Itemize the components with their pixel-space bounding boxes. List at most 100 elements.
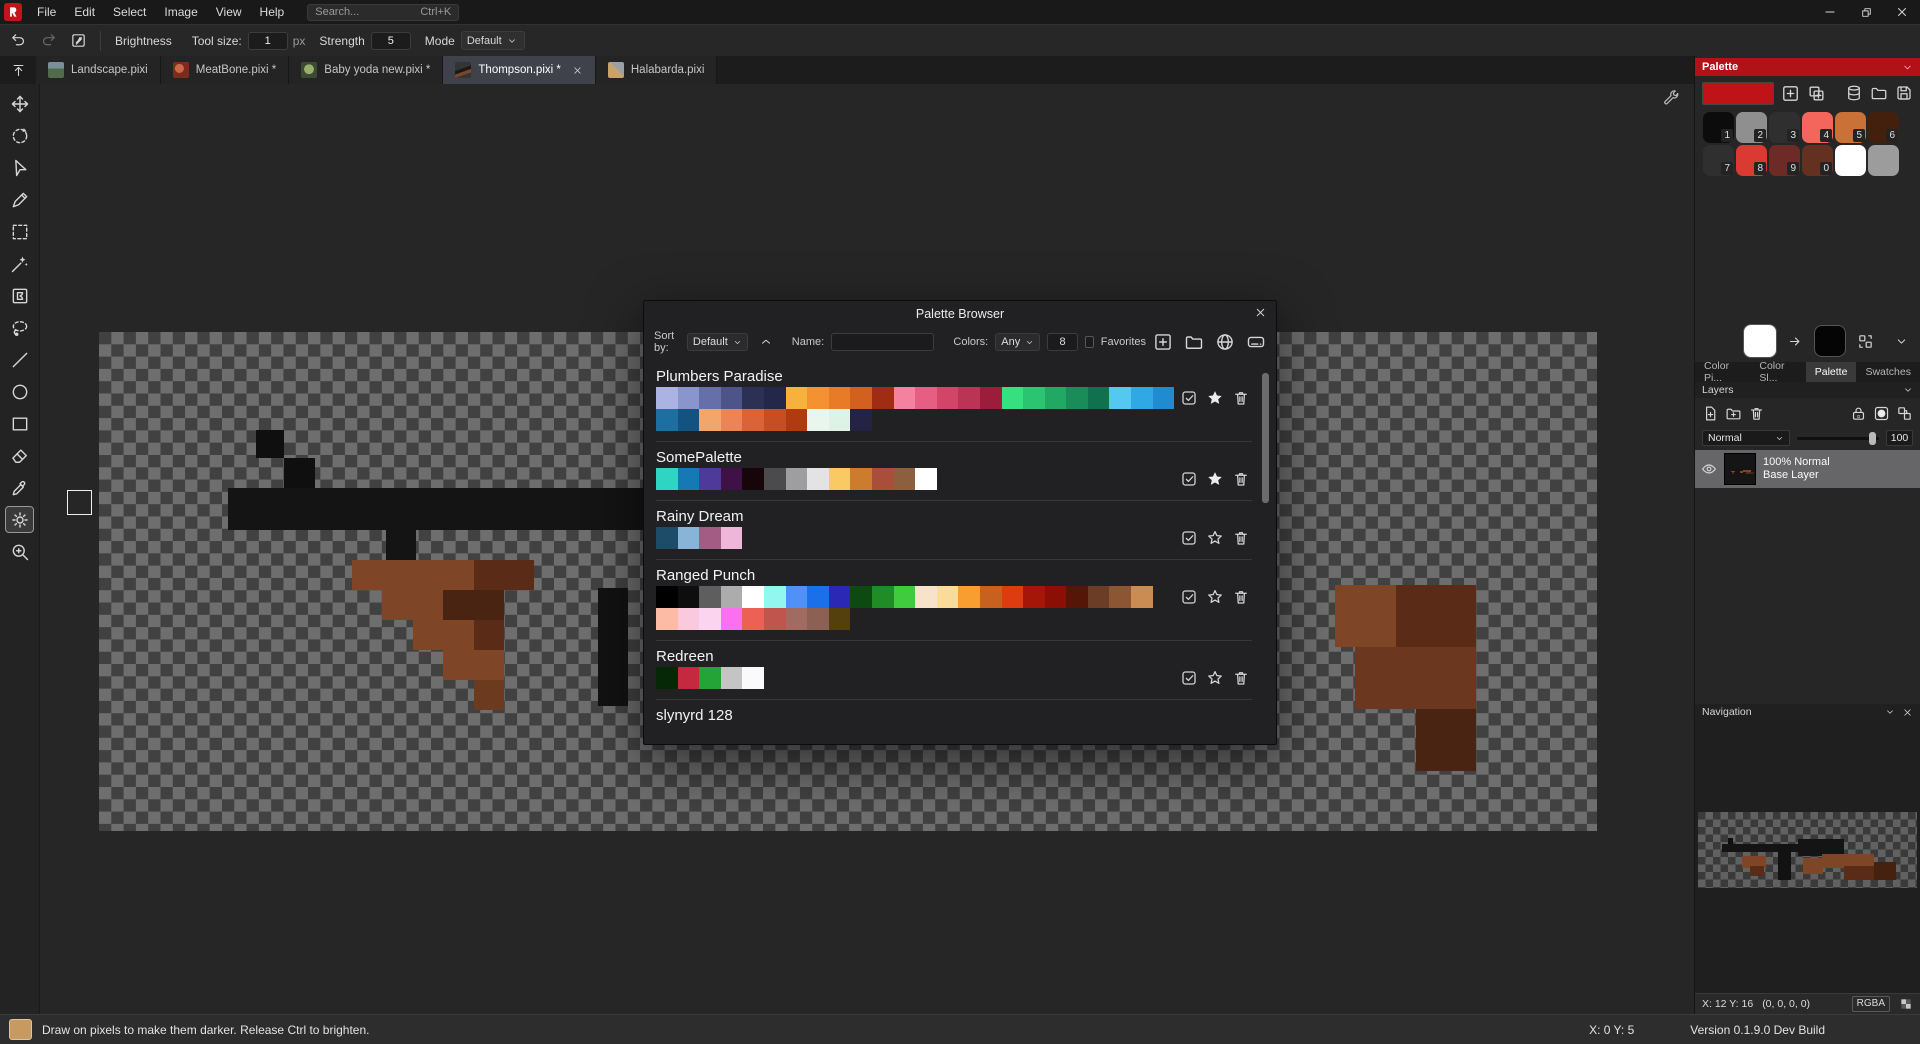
color-swatch[interactable] [829, 608, 851, 630]
color-swatch[interactable] [656, 387, 678, 409]
palette-slot-swatch[interactable]: 6 [1868, 112, 1899, 143]
color-swatch[interactable] [1066, 586, 1088, 608]
color-swatch[interactable] [915, 387, 937, 409]
color-swatch[interactable] [678, 409, 700, 431]
apply-palette-button[interactable] [1180, 529, 1198, 547]
layer-visibility-toggle[interactable] [1701, 461, 1717, 477]
color-swatch[interactable] [699, 608, 721, 630]
palette-slot-swatch[interactable]: 5 [1835, 112, 1866, 143]
tab-halabarda[interactable]: Halabarda.pixi [596, 56, 718, 84]
color-swatch[interactable] [829, 586, 851, 608]
dialog-scrollbar-thumb[interactable] [1262, 373, 1269, 503]
color-swatch[interactable] [894, 468, 916, 490]
color-swatch[interactable] [678, 608, 700, 630]
menu-item-help[interactable]: Help [251, 0, 294, 24]
color-swatch[interactable] [764, 608, 786, 630]
color-swatch[interactable] [807, 387, 829, 409]
undo-button[interactable] [6, 29, 30, 53]
palette-slot-swatch[interactable] [1835, 145, 1866, 176]
color-swatch[interactable] [937, 586, 959, 608]
color-swatch[interactable] [699, 387, 721, 409]
delete-palette-button[interactable] [1232, 389, 1250, 407]
apply-palette-button[interactable] [1180, 389, 1198, 407]
import-palette-button[interactable] [1246, 332, 1266, 352]
palette-slot-swatch[interactable]: 8 [1736, 145, 1767, 176]
palette-slot-swatch[interactable]: 2 [1736, 112, 1767, 143]
color-swatch[interactable] [1002, 586, 1024, 608]
tabbar-expand-button[interactable] [0, 56, 36, 84]
browse-palettes-online-button[interactable] [1215, 332, 1235, 352]
lock-alpha-button[interactable]: α [1850, 405, 1867, 422]
tool-rectangle[interactable] [5, 410, 34, 437]
opacity-slider[interactable] [1797, 431, 1879, 445]
color-swatch[interactable] [980, 387, 1002, 409]
color-swatch[interactable] [656, 608, 678, 630]
apply-palette-button[interactable] [1180, 470, 1198, 488]
panel-tab-palette[interactable]: Palette [1806, 362, 1857, 382]
color-swatch[interactable] [786, 387, 808, 409]
tool-brightness[interactable] [5, 506, 34, 533]
palette-slot-swatch[interactable]: 0 [1802, 145, 1833, 176]
color-swatch[interactable] [829, 409, 851, 431]
color-swatch[interactable] [699, 468, 721, 490]
rgba-mode-button[interactable]: RGBA [1852, 996, 1890, 1012]
color-swatch[interactable] [807, 586, 829, 608]
color-swatch[interactable] [721, 667, 743, 689]
edit-reference-button[interactable] [66, 29, 90, 53]
color-count-input[interactable]: 8 [1047, 333, 1078, 351]
favorite-palette-button[interactable] [1206, 529, 1224, 547]
tool-paste[interactable] [5, 282, 34, 309]
color-swatch[interactable] [1002, 387, 1024, 409]
color-swatch[interactable] [742, 586, 764, 608]
layer-mask-button[interactable] [1873, 405, 1890, 422]
color-swatch[interactable] [678, 387, 700, 409]
blend-mode-select[interactable]: Normal [1702, 430, 1790, 446]
color-swatch[interactable] [786, 586, 808, 608]
delete-palette-button[interactable] [1232, 529, 1250, 547]
color-swatch[interactable] [699, 586, 721, 608]
color-swatch[interactable] [678, 586, 700, 608]
opacity-handle[interactable] [1869, 432, 1876, 445]
color-swatch[interactable] [807, 468, 829, 490]
apply-palette-button[interactable] [1180, 669, 1198, 687]
search-input[interactable]: Search... Ctrl+K [307, 4, 459, 21]
panel-tab-color-sl-[interactable]: Color Sl... [1750, 362, 1805, 382]
color-swatch[interactable] [721, 608, 743, 630]
panel-tab-color-pi-[interactable]: Color Pi... [1695, 362, 1750, 382]
color-swatch[interactable] [872, 387, 894, 409]
color-swatch[interactable] [721, 387, 743, 409]
color-swatch[interactable] [699, 409, 721, 431]
color-swatch[interactable] [721, 586, 743, 608]
menu-item-select[interactable]: Select [104, 0, 155, 24]
color-swatch[interactable] [980, 586, 1002, 608]
save-palette-button[interactable] [1895, 84, 1913, 102]
color-swatch[interactable] [850, 468, 872, 490]
tab-thompson[interactable]: Thompson.pixi * [443, 56, 595, 84]
delete-palette-button[interactable] [1232, 669, 1250, 687]
color-swatch[interactable] [937, 387, 959, 409]
tool-lasso[interactable] [5, 314, 34, 341]
minimize-button[interactable] [1812, 0, 1848, 24]
tool-line[interactable] [5, 346, 34, 373]
color-swatch[interactable] [742, 409, 764, 431]
color-swatch[interactable] [829, 387, 851, 409]
color-swatch[interactable] [764, 586, 786, 608]
color-swatch[interactable] [1023, 586, 1045, 608]
menu-item-file[interactable]: File [28, 0, 65, 24]
canvas-settings-button[interactable] [1663, 89, 1680, 106]
color-swatch[interactable] [699, 667, 721, 689]
color-swatch[interactable] [742, 667, 764, 689]
add-palette-button[interactable] [1153, 332, 1173, 352]
color-swatch[interactable] [764, 387, 786, 409]
delete-palette-button[interactable] [1232, 588, 1250, 606]
color-swatch[interactable] [807, 608, 829, 630]
color-swatch[interactable] [742, 387, 764, 409]
strength-input[interactable]: 5 [371, 32, 411, 50]
color-swatch[interactable] [678, 527, 700, 549]
palette-slot-swatch[interactable] [1868, 145, 1899, 176]
color-swatch[interactable] [958, 586, 980, 608]
panel-tab-swatches[interactable]: Swatches [1856, 362, 1920, 382]
tool-move[interactable] [5, 90, 34, 117]
color-swatch[interactable] [915, 586, 937, 608]
color-swatch[interactable] [786, 608, 808, 630]
